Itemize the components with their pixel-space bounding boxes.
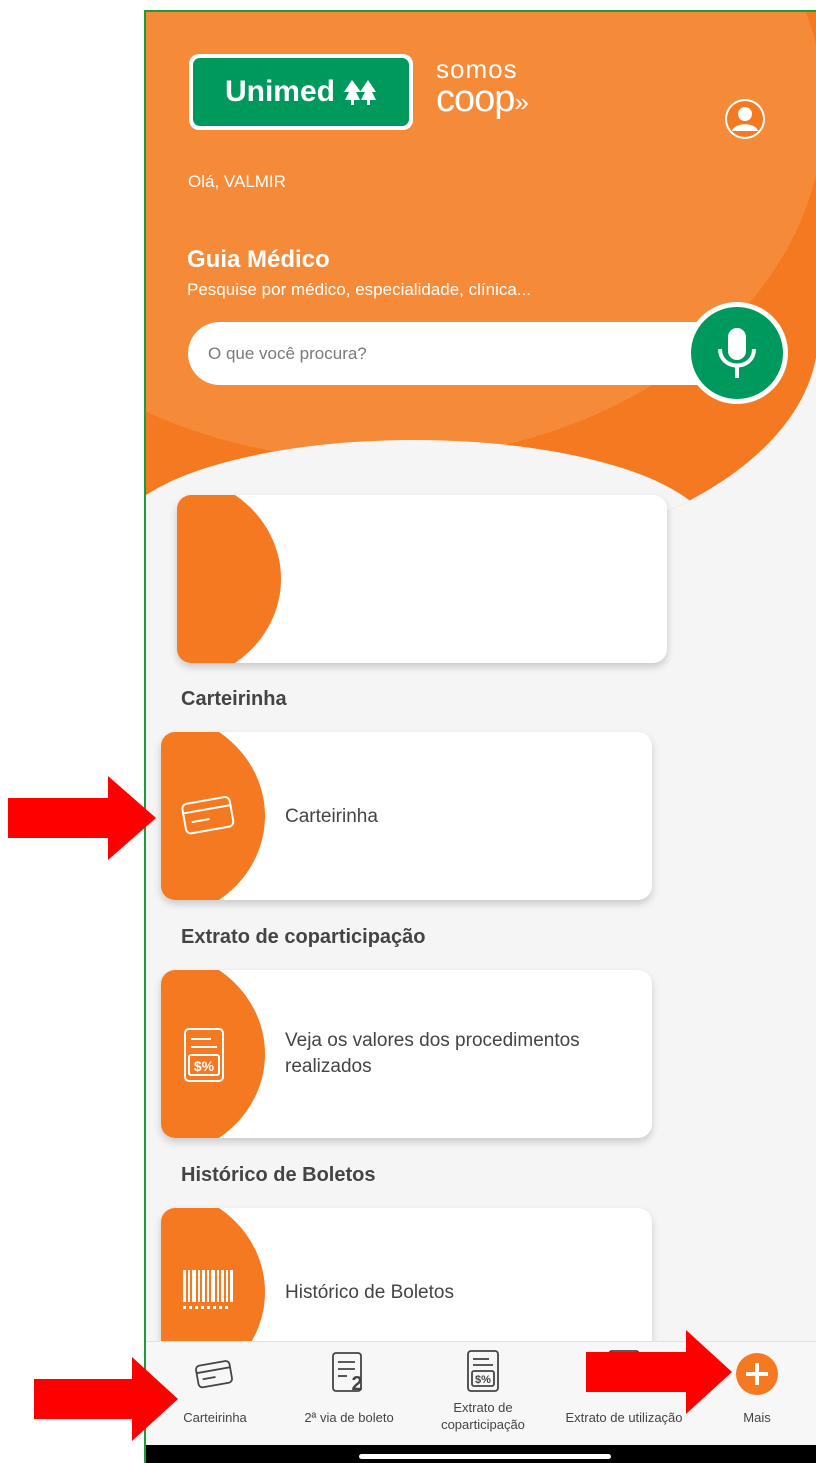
logo-text: Unimed bbox=[224, 75, 335, 108]
search-input[interactable] bbox=[188, 322, 748, 385]
featured-card[interactable] bbox=[177, 495, 667, 663]
section-title-extrato: Extrato de coparticipação bbox=[181, 926, 426, 948]
somos-coop-logo: somos coop» bbox=[436, 56, 529, 120]
red-arrow-icon bbox=[34, 1357, 178, 1441]
guia-medico-title: Guia Médico bbox=[187, 246, 330, 273]
nav-label-2via-boleto: 2ª via de boleto bbox=[304, 1410, 394, 1425]
red-arrow-icon bbox=[586, 1330, 732, 1414]
receipt-percent-icon: $% bbox=[184, 1028, 224, 1082]
carteirinha-card[interactable]: Carteirinha bbox=[161, 732, 652, 900]
card-icon bbox=[195, 1360, 233, 1389]
section-title-carteirinha: Carteirinha bbox=[181, 688, 287, 710]
nav-item-2via-boleto[interactable]: 2 2ª via de boleto bbox=[284, 1342, 414, 1446]
user-profile-icon[interactable] bbox=[724, 98, 766, 140]
carteirinha-card-text: Carteirinha bbox=[285, 806, 378, 827]
receipt-percent-icon: $% bbox=[467, 1350, 499, 1392]
home-indicator[interactable] bbox=[359, 1454, 611, 1459]
svg-text:$%: $% bbox=[475, 1374, 491, 1386]
guia-medico-subtitle: Pesquise por médico, especialidade, clín… bbox=[187, 280, 531, 299]
greeting-text: Olá, VALMIR bbox=[188, 172, 286, 191]
plus-circle-icon bbox=[736, 1353, 778, 1395]
card-accent bbox=[177, 495, 281, 663]
unimed-logo: Unimed bbox=[189, 54, 413, 130]
extrato-card-text: Veja os valores dos procedimentos realiz… bbox=[285, 1030, 580, 1077]
red-arrow-icon bbox=[8, 776, 156, 860]
app-screen: Unimed somos coop» Olá, VALMIR Guia Médi… bbox=[144, 10, 816, 1463]
document-2-icon: 2 bbox=[332, 1352, 363, 1395]
microphone-icon bbox=[718, 328, 756, 378]
voice-search-button[interactable] bbox=[686, 302, 788, 404]
historico-card-text: Histórico de Boletos bbox=[285, 1282, 454, 1303]
coop-bottom-text: coop» bbox=[436, 78, 529, 120]
unimed-tree-icon bbox=[344, 80, 376, 105]
system-home-bar bbox=[146, 1445, 816, 1463]
barcode-icon bbox=[183, 1270, 233, 1309]
svg-text:2: 2 bbox=[351, 1373, 362, 1395]
extrato-coparticipacao-card[interactable]: $% Veja os valores dos procedimentos rea… bbox=[161, 970, 652, 1138]
card-icon bbox=[181, 796, 235, 835]
svg-text:$%: $% bbox=[194, 1058, 215, 1074]
nav-item-extrato-coparticipacao[interactable]: $% Extrato de coparticipação bbox=[414, 1342, 552, 1446]
nav-label-extrato-coparticipacao: Extrato de coparticipação bbox=[441, 1400, 525, 1432]
section-title-historico: Histórico de Boletos bbox=[181, 1164, 376, 1186]
